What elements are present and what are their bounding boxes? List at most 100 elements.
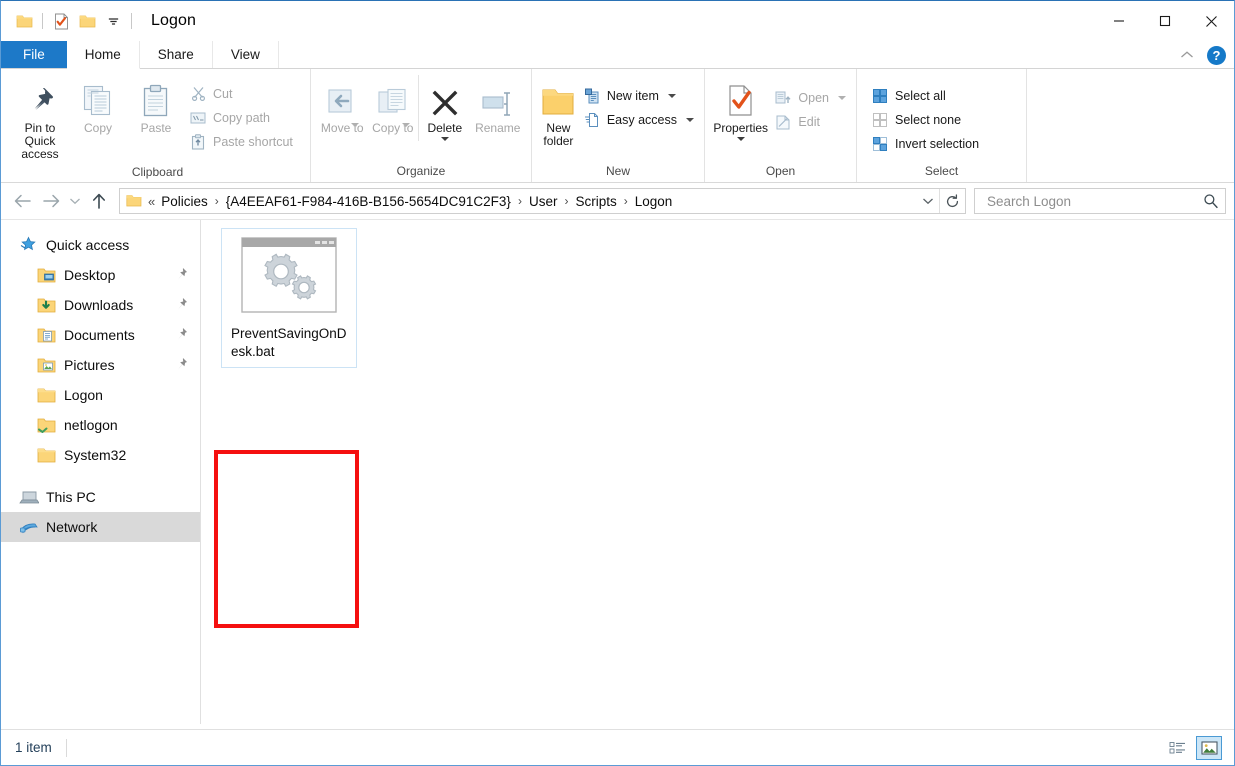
rename-button[interactable]: Rename <box>471 75 525 135</box>
paste-button[interactable]: Paste <box>127 75 185 135</box>
breadcrumb-overflow-icon[interactable]: « <box>146 194 157 209</box>
open-label: Open <box>798 90 829 105</box>
sidebar-item-this-pc[interactable]: This PC <box>1 482 200 512</box>
title-bar: Logon <box>1 1 1234 41</box>
status-item-count: 1 item <box>15 740 52 755</box>
maximize-button[interactable] <box>1142 1 1188 41</box>
tab-view[interactable]: View <box>212 41 279 68</box>
delete-button[interactable]: Delete <box>418 75 471 141</box>
breadcrumb-sep-0[interactable]: › <box>212 194 222 208</box>
file-list-pane[interactable]: PreventSavingOnDesk.bat <box>201 220 1234 724</box>
easy-access-caret-down-icon[interactable] <box>686 117 694 122</box>
tab-share[interactable]: Share <box>139 41 213 68</box>
bat-script-icon <box>241 235 337 315</box>
tab-home[interactable]: Home <box>66 41 140 69</box>
sidebar-item-network[interactable]: Network <box>1 512 200 542</box>
sidebar-item-downloads[interactable]: Downloads <box>1 290 200 320</box>
select-all-label: Select all <box>895 88 946 103</box>
details-view-button[interactable] <box>1164 736 1190 760</box>
large-icons-view-button[interactable] <box>1196 735 1222 760</box>
sidebar-item-pictures[interactable]: Pictures <box>1 350 200 380</box>
edit-button[interactable]: Edit <box>770 111 850 132</box>
list-item-label: PreventSavingOnDesk.bat <box>231 326 347 359</box>
invert-selection-button[interactable]: Invert selection <box>867 133 983 154</box>
new-folder-button[interactable]: New folder <box>538 75 579 148</box>
sidebar-item-system32[interactable]: System32 <box>1 440 200 470</box>
copy-to-button[interactable]: Copy to <box>368 75 419 135</box>
list-item[interactable]: PreventSavingOnDesk.bat <box>221 228 357 368</box>
forward-button[interactable] <box>37 187 65 215</box>
new-item-button[interactable]: New item <box>579 85 698 106</box>
move-to-caret-down-icon[interactable] <box>351 123 359 127</box>
select-none-button[interactable]: Select none <box>867 109 983 130</box>
pin-icon[interactable] <box>175 297 188 313</box>
open-caret-down-icon[interactable] <box>838 95 846 100</box>
sidebar-label-logon: Logon <box>64 387 103 403</box>
pin-icon[interactable] <box>175 357 188 373</box>
search-input[interactable] <box>985 192 1203 210</box>
close-button[interactable] <box>1188 1 1234 41</box>
folder-icon <box>37 445 59 465</box>
cut-button[interactable]: Cut <box>185 83 297 104</box>
breadcrumb-item-user[interactable]: User <box>525 194 562 209</box>
breadcrumb-item-logon[interactable]: Logon <box>631 194 677 209</box>
sidebar-item-logon[interactable]: Logon <box>1 380 200 410</box>
sidebar-item-documents[interactable]: Documents <box>1 320 200 350</box>
qat-folder-icon[interactable] <box>11 8 37 34</box>
breadcrumb-sep-2[interactable]: › <box>561 194 571 208</box>
breadcrumb-sep-1[interactable]: › <box>515 194 525 208</box>
paste-shortcut-button[interactable]: Paste shortcut <box>185 131 297 152</box>
sidebar-item-desktop[interactable]: Desktop <box>1 260 200 290</box>
move-to-button[interactable]: Move to <box>317 75 368 135</box>
paste-label: Paste <box>140 121 172 135</box>
properties-button[interactable]: Properties <box>711 75 770 141</box>
ribbon-group-open: Properties Open Edit Open <box>705 69 857 182</box>
pin-icon[interactable] <box>175 267 188 283</box>
ribbon-group-new: New folder New item Easy access New <box>532 69 705 182</box>
copy-path-label: Copy path <box>213 110 270 125</box>
breadcrumb-item-scripts[interactable]: Scripts <box>571 194 620 209</box>
recent-locations-chevron-down-icon[interactable] <box>65 187 85 215</box>
back-button[interactable] <box>9 187 37 215</box>
search-icon[interactable] <box>1203 193 1219 209</box>
copy-path-button[interactable]: Copy path <box>185 107 297 128</box>
tab-file[interactable]: File <box>1 41 67 68</box>
delete-caret-down-icon[interactable] <box>440 137 449 141</box>
properties-caret-down-icon[interactable] <box>736 137 745 141</box>
qat-customize-dropdown-icon[interactable] <box>100 8 126 34</box>
window-controls <box>1096 1 1234 41</box>
minimize-button[interactable] <box>1096 1 1142 41</box>
copy-label: Copy <box>83 121 112 135</box>
easy-access-icon <box>583 111 601 129</box>
sidebar-item-netlogon[interactable]: netlogon <box>1 410 200 440</box>
copy-icon <box>81 80 115 118</box>
pin-to-quick-access-button[interactable]: Pin to Quick access <box>11 75 69 161</box>
explorer-window: Logon File Home Share View ? Pin to Quic… <box>0 0 1235 766</box>
paste-shortcut-icon <box>189 133 207 151</box>
status-separator <box>65 738 67 757</box>
help-button[interactable]: ? <box>1207 45 1226 65</box>
refresh-button[interactable] <box>939 189 965 213</box>
search-box[interactable] <box>974 188 1226 214</box>
properties-icon <box>726 80 756 118</box>
qat-properties-icon[interactable] <box>48 8 74 34</box>
select-all-button[interactable]: Select all <box>867 85 983 106</box>
rename-label: Rename <box>475 121 521 135</box>
copy-button[interactable]: Copy <box>69 75 127 135</box>
up-button[interactable] <box>85 187 113 215</box>
collapse-ribbon-chevron-up-icon[interactable] <box>1179 47 1195 63</box>
breadcrumb-sep-3[interactable]: › <box>621 194 631 208</box>
sidebar-item-quick-access[interactable]: Quick access <box>1 230 200 260</box>
address-dropdown-chevron-down-icon[interactable] <box>917 189 939 213</box>
copy-to-caret-down-icon[interactable] <box>401 123 410 127</box>
easy-access-button[interactable]: Easy access <box>579 109 698 130</box>
open-button[interactable]: Open <box>770 87 850 108</box>
qat-new-folder-icon[interactable] <box>74 8 100 34</box>
new-item-caret-down-icon[interactable] <box>667 93 676 98</box>
pin-icon[interactable] <box>175 327 188 343</box>
address-path-box[interactable]: « Policies › {A4EEAF61-F984-416B-B156-56… <box>119 188 966 214</box>
breadcrumb-item-policies[interactable]: Policies <box>157 194 212 209</box>
breadcrumb-item-guid[interactable]: {A4EEAF61-F984-416B-B156-5654DC91C2F3} <box>222 194 515 209</box>
address-bar: « Policies › {A4EEAF61-F984-416B-B156-56… <box>1 183 1234 219</box>
clipboard-small-buttons: Cut Copy path Paste shortcut <box>185 75 297 152</box>
